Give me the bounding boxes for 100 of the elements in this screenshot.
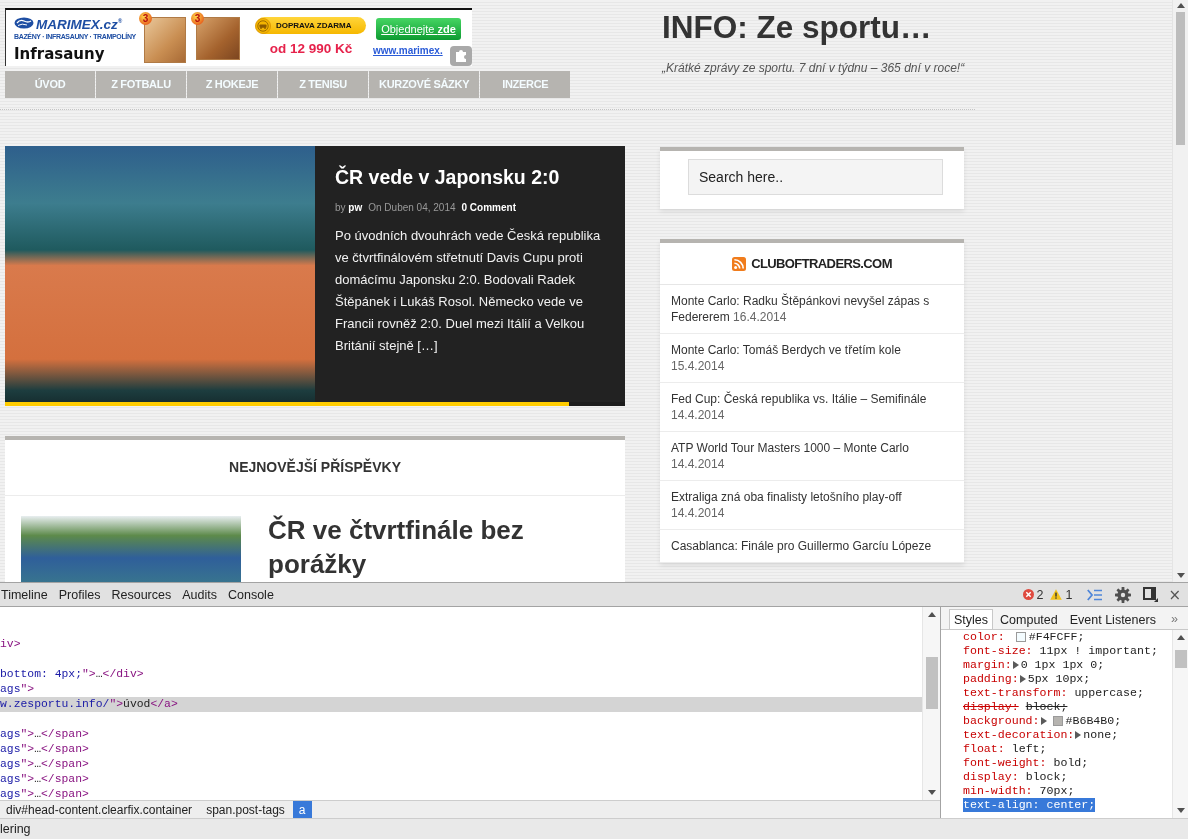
feed-link[interactable]: Monte Carlo: Tomáš Berdych ve třetím kole 15.4.2014 <box>671 342 953 374</box>
color-swatch-icon[interactable] <box>1052 716 1063 726</box>
feed-link[interactable]: Fed Cup: Česká republika vs. Itálie – Semifinále 14.4.2014 <box>671 391 953 423</box>
website-link[interactable]: www.marimex. <box>373 45 443 57</box>
post-date: On Duben 04, 2014 <box>368 202 456 214</box>
arrow-down-icon[interactable] <box>1176 573 1185 578</box>
price-text: od 12 990 Kč <box>269 41 353 57</box>
code-line[interactable]: ags">…</span> <box>0 742 922 757</box>
property-name[interactable]: background: <box>963 714 1041 728</box>
devtools-tab[interactable]: Resources <box>110 583 182 606</box>
section-heading: NEJNOVĚJŠÍ PŘÍSPĚVKY <box>5 440 625 496</box>
feed-link[interactable]: Monte Carlo: Radku Štěpánkovi nevyšel zápas s Federerem 16.4.2014 <box>671 293 953 325</box>
triangle-icon[interactable] <box>1075 731 1082 739</box>
number-badge: 3 <box>139 12 152 25</box>
site-title[interactable]: INFO: Ze sportu… <box>662 8 1172 46</box>
styles-tab[interactable]: Computed <box>995 609 1063 629</box>
feed-link[interactable]: ATP World Tour Masters 1000 – Monte Carlo 14.4.2014 <box>671 440 953 472</box>
product-name: Infrasauny <box>14 45 105 63</box>
scrollbar-thumb[interactable] <box>925 657 938 709</box>
error-count[interactable]: 2 <box>1036 587 1044 602</box>
styles-tab[interactable]: Styles <box>949 609 994 629</box>
post-excerpt: Po úvodních dvouhrách vede Česká republika ve čtvrtfinálovém střetnutí Davis Cupu proti domácímu Japonsku 2:0. Bodovali Radek Štěpánek i Lukáš Rosol. Německo vede ve Francii rovněž 2:0. Duel mezi Itálií a Velkou Británií stejně […] <box>335 227 602 355</box>
arrow-up-icon[interactable] <box>1176 635 1185 640</box>
code-line[interactable]: bottom: 4px;">…</div> <box>0 667 922 682</box>
property-value[interactable]: block; <box>1025 700 1068 714</box>
feed-link[interactable]: Casablanca: Finále pro Guillermo Garcíu Lópeze <box>671 538 953 554</box>
arrow-down-icon[interactable] <box>927 790 936 795</box>
code-line[interactable]: ags">…</span> <box>0 772 922 787</box>
devtools-tab[interactable]: Profiles <box>57 583 111 606</box>
triangle-icon[interactable] <box>1019 675 1026 683</box>
close-button[interactable]: × <box>1166 586 1183 603</box>
property-value[interactable]: left; <box>1011 742 1047 756</box>
warning-count[interactable]: 1 <box>1065 587 1073 602</box>
rss-icon[interactable] <box>732 256 747 271</box>
breadcrumb-item[interactable]: span.post-tags <box>200 801 293 818</box>
property-value[interactable]: 5px 10px; <box>1027 672 1091 686</box>
property-value[interactable]: bold; <box>1053 756 1089 770</box>
property-value[interactable]: 70px; <box>1039 784 1075 798</box>
code-line[interactable]: ags">…</span> <box>0 727 922 742</box>
scrollbar-thumb[interactable] <box>1174 650 1187 668</box>
dock-icon[interactable] <box>1143 587 1159 602</box>
number-badge: 3 <box>191 12 204 25</box>
property-name[interactable]: color: <box>963 630 1012 644</box>
search-field[interactable]: Search here.. <box>688 159 943 195</box>
property-value[interactable]: 0 1px 1px 0; <box>1020 658 1105 672</box>
code-line[interactable]: ags">…</span> <box>0 787 922 800</box>
triangle-icon[interactable] <box>1040 717 1047 725</box>
car-icon <box>255 17 271 34</box>
property-name[interactable]: float: <box>963 742 1012 756</box>
logo-icon <box>14 16 34 29</box>
arrow-up-icon[interactable] <box>927 612 936 617</box>
error-icon[interactable] <box>1022 589 1034 600</box>
more-tabs-button[interactable]: » <box>1166 609 1182 629</box>
property-value[interactable]: 11px ! important; <box>1039 644 1158 658</box>
property-name[interactable]: font-size: <box>963 644 1040 658</box>
property-value[interactable]: #B6B4B0; <box>1065 714 1122 728</box>
feed-link[interactable]: Extraliga zná oba finalisty letošního play-off 14.4.2014 <box>671 489 953 521</box>
property-value[interactable]: block; <box>1025 770 1068 784</box>
arrow-up-icon[interactable] <box>1176 3 1185 8</box>
post-title[interactable]: ČR ve čtvrtfinále bez porážky <box>268 513 609 582</box>
post-author: by pw <box>335 202 363 214</box>
code-line[interactable]: iv> <box>0 637 922 652</box>
property-name[interactable]: display: <box>963 770 1026 784</box>
property-value[interactable]: none; <box>1083 728 1119 742</box>
warning-icon[interactable] <box>1050 589 1063 600</box>
console-icon[interactable] <box>1087 588 1103 601</box>
property-value[interactable]: #F4FCFF; <box>1028 630 1085 644</box>
property-name[interactable]: text-transform: <box>963 686 1075 700</box>
styles-tab[interactable]: Event Listeners <box>1064 609 1161 629</box>
code-line[interactable]: ags"> <box>0 682 922 697</box>
devtools-tab[interactable]: Audits <box>181 583 227 606</box>
scrollbar[interactable] <box>922 607 940 800</box>
code-line[interactable]: ags">…</span> <box>0 757 922 772</box>
color-swatch-icon[interactable] <box>1015 632 1026 642</box>
widget-title: CLUBOFTRADERS.COM <box>751 256 892 271</box>
property-name[interactable]: min-width: <box>963 784 1040 798</box>
breadcrumb-item[interactable]: div#head-content.clearfix.container <box>0 801 201 818</box>
property-name[interactable]: margin: <box>963 658 1013 672</box>
property-name[interactable]: text-align: <box>963 798 1047 812</box>
property-value[interactable]: uppercase; <box>1074 686 1144 700</box>
scrollbar[interactable] <box>1172 630 1188 818</box>
brand-logo-text: MARIMEX.cz$^{®}$ <box>36 15 123 32</box>
property-name[interactable]: font-weight: <box>963 756 1054 770</box>
site-tagline: „Krátké zprávy ze sportu. 7 dní v týdnu – 365 dní v roce!“ <box>662 60 966 76</box>
breadcrumb-item[interactable]: a <box>292 801 312 818</box>
property-name[interactable]: display: <box>963 700 1026 714</box>
property-name[interactable]: text-decoration: <box>963 728 1076 742</box>
settings-icon[interactable] <box>1115 586 1132 603</box>
status-text: lering <box>0 822 31 836</box>
property-name[interactable]: padding: <box>963 672 1020 686</box>
scrollbar[interactable] <box>1172 0 1188 582</box>
arrow-down-icon[interactable] <box>1176 808 1185 813</box>
devtools-tab[interactable]: Console <box>226 583 284 606</box>
post-title[interactable]: ČR vede v Japonsku 2:0 <box>335 165 607 189</box>
shipping-text: DOPRAVA ZDARMA <box>276 21 352 30</box>
scrollbar-thumb[interactable] <box>1176 12 1185 145</box>
comments-link[interactable]: 0 Comment <box>461 202 516 214</box>
property-value[interactable]: center; <box>1046 798 1096 812</box>
triangle-icon[interactable] <box>1012 661 1019 669</box>
devtools-tab[interactable]: Timeline <box>0 583 58 606</box>
